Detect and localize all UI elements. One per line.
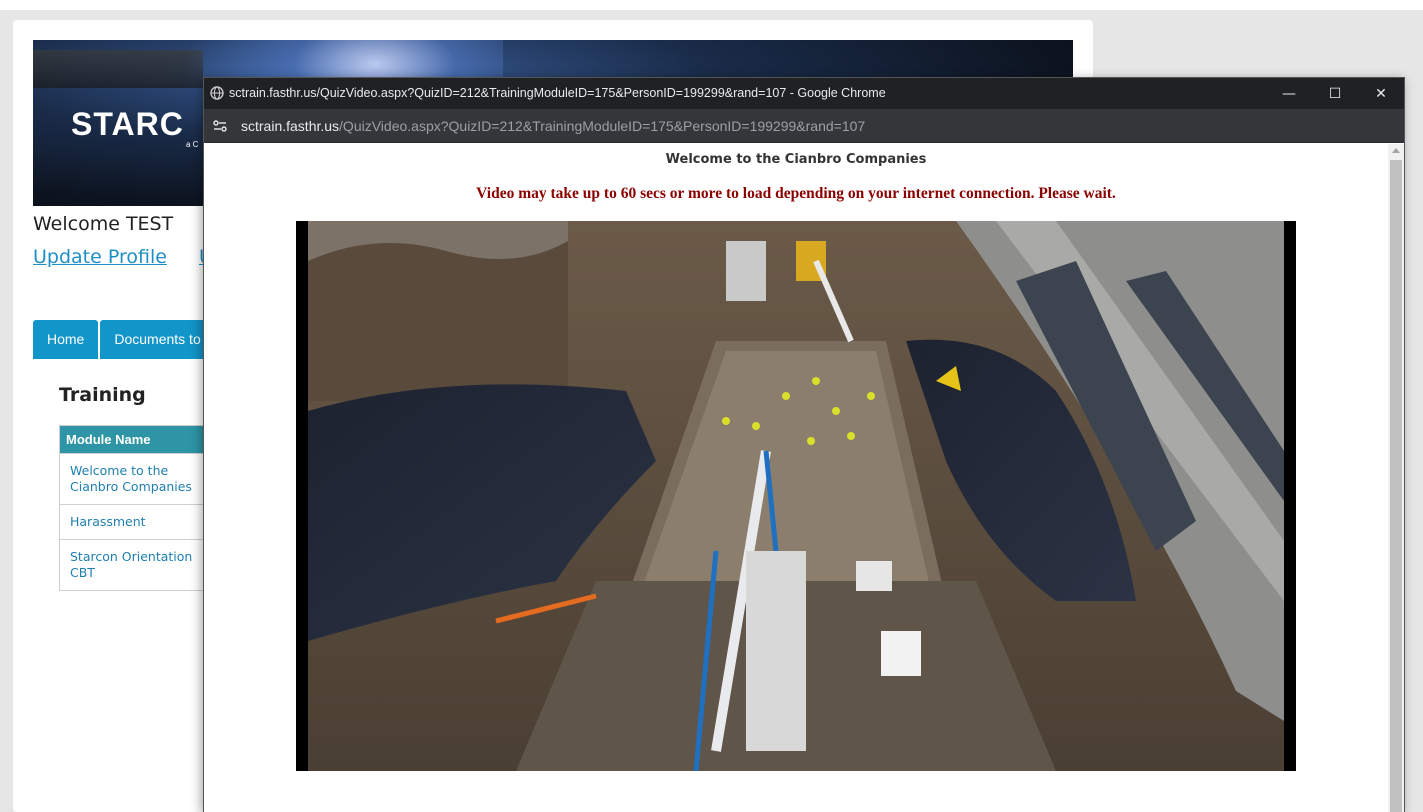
training-heading: Training — [59, 384, 146, 406]
module-link-cianbro[interactable]: Welcome to the Cianbro Companies — [59, 453, 219, 505]
module-name-header: Module Name — [59, 425, 219, 454]
address-bar: sctrain.fasthr.us/QuizVideo.aspx?QuizID=… — [204, 109, 1404, 143]
update-profile-link[interactable]: Update Profile — [33, 246, 167, 268]
starcon-logo: STARC — [71, 106, 184, 142]
module-link-harassment[interactable]: Harassment — [59, 504, 219, 540]
table-row: Welcome to the Cianbro Companies — [59, 453, 219, 505]
scroll-thumb[interactable] — [1390, 160, 1402, 812]
load-notice: Video may take up to 60 secs or more to … — [476, 185, 1116, 202]
top-band — [0, 0, 1423, 10]
table-row: Harassment — [59, 504, 219, 540]
welcome-user-text: Welcome TEST — [33, 213, 174, 235]
scroll-up-arrow-icon[interactable] — [1392, 148, 1400, 153]
url-text[interactable]: sctrain.fasthr.us/QuizVideo.aspx?QuizID=… — [241, 118, 865, 134]
video-frame — [296, 221, 1296, 771]
module-table: Module Name Welcome to the Cianbro Compa… — [59, 425, 219, 591]
url-host: sctrain.fasthr.us — [241, 118, 340, 134]
popup-content: Welcome to the Cianbro Companies Video m… — [204, 144, 1388, 812]
video-heading: Welcome to the Cianbro Companies — [665, 152, 927, 167]
table-row: Starcon Orientation CBT — [59, 539, 219, 591]
window-titlebar[interactable]: sctrain.fasthr.us/QuizVideo.aspx?QuizID=… — [204, 78, 1404, 109]
chrome-popup-window: sctrain.fasthr.us/QuizVideo.aspx?QuizID=… — [203, 77, 1405, 812]
tab-home[interactable]: Home — [33, 320, 99, 359]
url-path: /QuizVideo.aspx?QuizID=212&TrainingModul… — [339, 118, 866, 134]
vertical-scrollbar[interactable] — [1388, 144, 1404, 812]
logo-subtext: a C — [186, 140, 199, 149]
minimize-button[interactable]: — — [1266, 78, 1312, 109]
maximize-button[interactable]: ☐ — [1312, 78, 1358, 109]
window-title: sctrain.fasthr.us/QuizVideo.aspx?QuizID=… — [229, 86, 886, 100]
module-link-starcon-orientation[interactable]: Starcon Orientation CBT — [59, 539, 219, 591]
close-button[interactable]: ✕ — [1358, 78, 1404, 109]
video-player[interactable] — [296, 221, 1296, 771]
site-info-icon[interactable] — [212, 118, 228, 134]
globe-icon — [210, 86, 224, 100]
banner-pipe — [33, 50, 203, 88]
